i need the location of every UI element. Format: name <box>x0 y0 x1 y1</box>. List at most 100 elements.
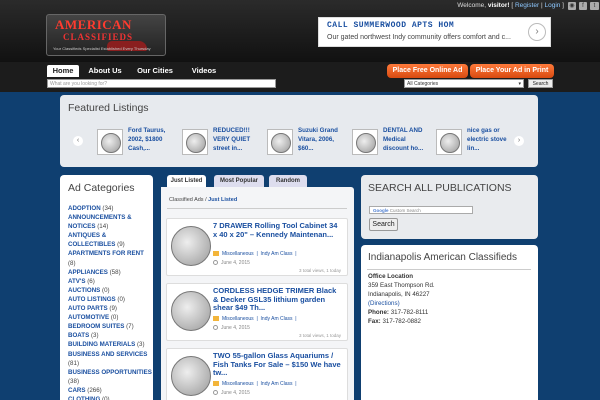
search-input[interactable]: What are you looking for? <box>47 79 276 88</box>
category-item[interactable]: AUTOMOTIVE (0) <box>68 313 152 322</box>
breadcrumb-root[interactable]: Classified Ads <box>169 197 204 203</box>
coin-thumbnail[interactable] <box>170 290 211 331</box>
tab-videos[interactable]: Videos <box>188 65 220 77</box>
listing-category[interactable]: Miscellaneous <box>222 381 254 387</box>
clock-icon <box>213 390 218 396</box>
category-name[interactable]: BEDROOM SUITES <box>68 323 124 330</box>
featured-item-title[interactable]: Ford Taurus, 2002, $1800 Cash,... <box>128 126 178 153</box>
featured-item-title[interactable]: REDUCED!!! VERY QUIET street in... <box>213 126 263 153</box>
category-item[interactable]: ATV'S (6) <box>68 277 152 286</box>
listing-city[interactable]: Indy Am Class <box>261 381 293 387</box>
coin-thumbnail <box>267 129 293 155</box>
tab-random[interactable]: Random <box>269 175 307 187</box>
category-name[interactable]: BUSINESS AND SERVICES <box>68 351 147 358</box>
coin-thumbnail <box>182 129 208 155</box>
category-name[interactable]: ATV'S <box>68 278 86 285</box>
listing-title[interactable]: TWO 55-gallon Glass Aquariums / Fish Tan… <box>213 351 341 378</box>
category-item[interactable]: APPLIANCES (58) <box>68 268 152 277</box>
category-name[interactable]: AUTO LISTINGS <box>68 296 116 303</box>
coin-thumbnail[interactable] <box>170 355 211 396</box>
category-name[interactable]: CLOTHING <box>68 396 100 400</box>
listing-views: 3 total views, 1 today <box>298 268 341 273</box>
category-name[interactable]: BOATS <box>68 332 89 339</box>
category-item[interactable]: BUILDING MATERIALS (3) <box>68 340 152 349</box>
category-item[interactable]: BUSINESS AND SERVICES (81) <box>68 350 152 368</box>
category-item[interactable]: APARTMENTS FOR RENT (8) <box>68 249 152 267</box>
category-item[interactable]: AUCTIONS (0) <box>68 286 152 295</box>
category-item[interactable]: AUTO LISTINGS (0) <box>68 295 152 304</box>
place-print-ad-button[interactable]: Place Your Ad in Print <box>470 64 554 78</box>
tab-just-listed[interactable]: Just Listed <box>167 175 206 187</box>
folder-icon <box>213 251 219 257</box>
listing-city[interactable]: Indy Am Class <box>261 251 293 257</box>
place-free-ad-button[interactable]: Place Free Online Ad <box>387 64 468 78</box>
chevron-left-icon[interactable]: ‹ <box>73 136 83 146</box>
listing-title[interactable]: 7 DRAWER Rolling Tool Cabinet 34 x 40 x … <box>213 221 341 239</box>
category-name[interactable]: BUSINESS OPPORTUNITIES <box>68 369 152 376</box>
featured-item-title[interactable]: DENTAL AND Medical discount ho... <box>383 126 433 153</box>
directions-link[interactable]: (Directions) <box>368 300 400 307</box>
office-title: Indianapolis American Classifieds <box>368 252 517 263</box>
featured-item[interactable]: nice gas or electric stove lin... <box>436 126 516 158</box>
clock-icon <box>213 325 218 331</box>
category-item[interactable]: BOATS (3) <box>68 331 152 340</box>
chevron-right-icon[interactable]: › <box>528 23 546 41</box>
listing-meta: Miscellaneous | Indy Am Class | <box>213 381 297 387</box>
register-link[interactable]: Register <box>515 2 539 9</box>
category-item[interactable]: BUSINESS OPPORTUNITIES (38) <box>68 368 152 386</box>
custom-search-input[interactable]: Google Custom Search <box>369 206 473 214</box>
category-name[interactable]: ANTIQUES & COLLECTIBLES <box>68 232 115 248</box>
listing-item[interactable]: CORDLESS HEDGE TRIMER Black & Decker GSL… <box>166 283 348 341</box>
category-select[interactable]: All Categories ▾ <box>404 79 524 88</box>
category-name[interactable]: APARTMENTS FOR RENT <box>68 250 144 257</box>
login-link[interactable]: Login <box>544 2 560 9</box>
listing-item[interactable]: TWO 55-gallon Glass Aquariums / Fish Tan… <box>166 348 348 400</box>
category-name[interactable]: CARS <box>68 387 86 394</box>
category-count: (266) <box>87 386 102 394</box>
chevron-down-icon: ▾ <box>518 81 521 87</box>
logo-tagline: Your Classifieds Specialist Established … <box>53 46 151 51</box>
category-name[interactable]: AUTOMOTIVE <box>68 314 109 321</box>
listing-item[interactable]: 7 DRAWER Rolling Tool Cabinet 34 x 40 x … <box>166 218 348 276</box>
listing-category[interactable]: Miscellaneous <box>222 316 254 322</box>
site-logo[interactable]: AMERICAN CLASSIFIEDS Your Classifieds Sp… <box>46 14 166 56</box>
twitter-icon[interactable]: t <box>590 2 599 10</box>
address-line1: 359 East Thompson Rd. <box>368 281 435 289</box>
tab-our-cities[interactable]: Our Cities <box>134 65 176 77</box>
category-item[interactable]: ANTIQUES & COLLECTIBLES (9) <box>68 231 152 249</box>
featured-item[interactable]: DENTAL AND Medical discount ho... <box>352 126 432 158</box>
listing-city[interactable]: Indy Am Class <box>261 316 293 322</box>
category-name[interactable]: BUILDING MATERIALS <box>68 341 135 348</box>
coin-thumbnail[interactable] <box>170 225 211 266</box>
address-line2: Indianapolis, IN 46227 <box>368 290 430 298</box>
listing-category[interactable]: Miscellaneous <box>222 251 254 257</box>
featured-item-title[interactable]: nice gas or electric stove lin... <box>467 126 517 153</box>
category-count: (0) <box>117 295 125 303</box>
search-button[interactable]: Search <box>528 79 553 88</box>
category-item[interactable]: AUTO PARTS (9) <box>68 304 152 313</box>
facebook-icon[interactable]: f <box>579 2 587 10</box>
rss-icon[interactable]: ◉ <box>568 2 576 10</box>
category-item[interactable]: BEDROOM SUITES (7) <box>68 322 152 331</box>
featured-item-title[interactable]: Suzuki Grand Vitara, 2006, $60... <box>298 126 348 153</box>
category-item[interactable]: ANNOUNCEMENTS & NOTICES (14) <box>68 213 152 231</box>
category-item[interactable]: CLOTHING (0) <box>68 395 152 400</box>
banner-ad[interactable]: CALL SUMMERWOOD APTS HOM Our gated north… <box>318 17 551 47</box>
listing-title[interactable]: CORDLESS HEDGE TRIMER Black & Decker GSL… <box>213 286 341 313</box>
category-name[interactable]: APPLIANCES <box>68 269 108 276</box>
publications-search-button[interactable]: Search <box>369 218 398 231</box>
featured-item[interactable]: Ford Taurus, 2002, $1800 Cash,... <box>97 126 177 158</box>
fax-number: 317-782-0882 <box>382 317 422 325</box>
featured-item[interactable]: REDUCED!!! VERY QUIET street in... <box>182 126 262 158</box>
category-name[interactable]: ADOPTION <box>68 205 101 212</box>
tab-home[interactable]: Home <box>47 65 79 77</box>
categories-title: Ad Categories <box>68 182 135 194</box>
tab-about-us[interactable]: About Us <box>85 65 125 77</box>
category-count: (7) <box>126 323 134 331</box>
category-name[interactable]: AUTO PARTS <box>68 305 108 312</box>
featured-item[interactable]: Suzuki Grand Vitara, 2006, $60... <box>267 126 347 158</box>
category-item[interactable]: ADOPTION (34) <box>68 204 152 213</box>
category-name[interactable]: AUCTIONS <box>68 287 100 294</box>
category-item[interactable]: CARS (266) <box>68 386 152 395</box>
tab-most-popular[interactable]: Most Popular <box>214 175 264 187</box>
